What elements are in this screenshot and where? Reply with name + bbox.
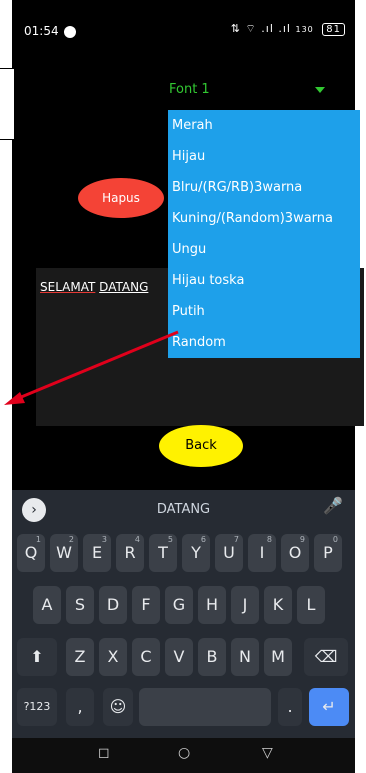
annotation-arrow (4, 330, 179, 405)
